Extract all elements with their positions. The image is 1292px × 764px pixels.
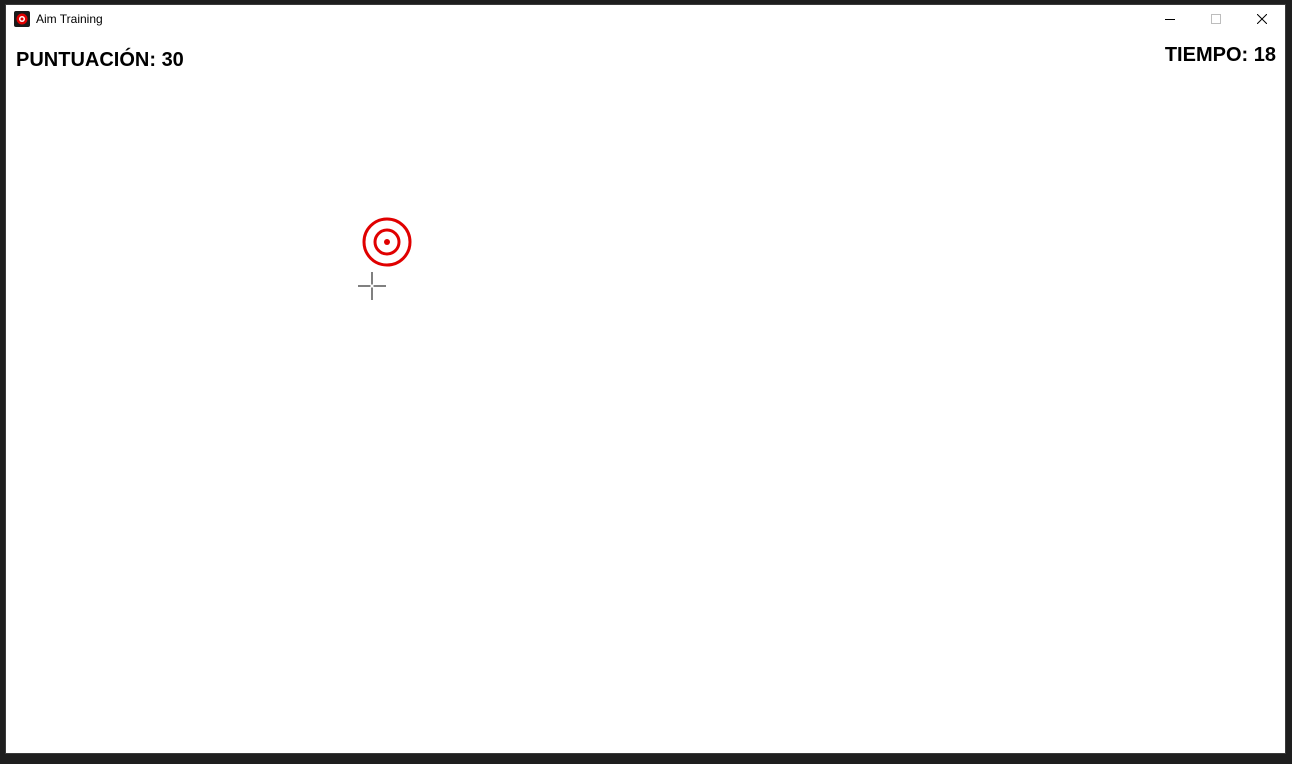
- score-value: 30: [161, 49, 184, 71]
- close-button[interactable]: [1239, 5, 1285, 33]
- target[interactable]: [361, 216, 413, 268]
- minimize-button[interactable]: [1147, 5, 1193, 33]
- maximize-button[interactable]: [1193, 5, 1239, 33]
- title-bar[interactable]: Aim Training: [6, 5, 1285, 33]
- time-label: TIEMPO:: [1164, 44, 1249, 66]
- app-window: Aim Training PUNTUACIÓN: 30 TIEMPO: 18: [5, 4, 1286, 754]
- score-display: PUNTUACIÓN: 30: [16, 49, 184, 72]
- game-canvas[interactable]: PUNTUACIÓN: 30 TIEMPO: 18: [6, 33, 1285, 753]
- minimize-icon: [1165, 19, 1175, 20]
- score-label: PUNTUACIÓN:: [16, 49, 156, 71]
- maximize-icon: [1211, 14, 1221, 24]
- time-display: TIEMPO: 18: [1165, 44, 1276, 67]
- time-value: 18: [1253, 44, 1276, 66]
- close-icon: [1257, 14, 1267, 24]
- target-icon: [14, 11, 30, 27]
- crosshair-cursor-icon: [358, 272, 386, 300]
- window-title: Aim Training: [36, 12, 103, 26]
